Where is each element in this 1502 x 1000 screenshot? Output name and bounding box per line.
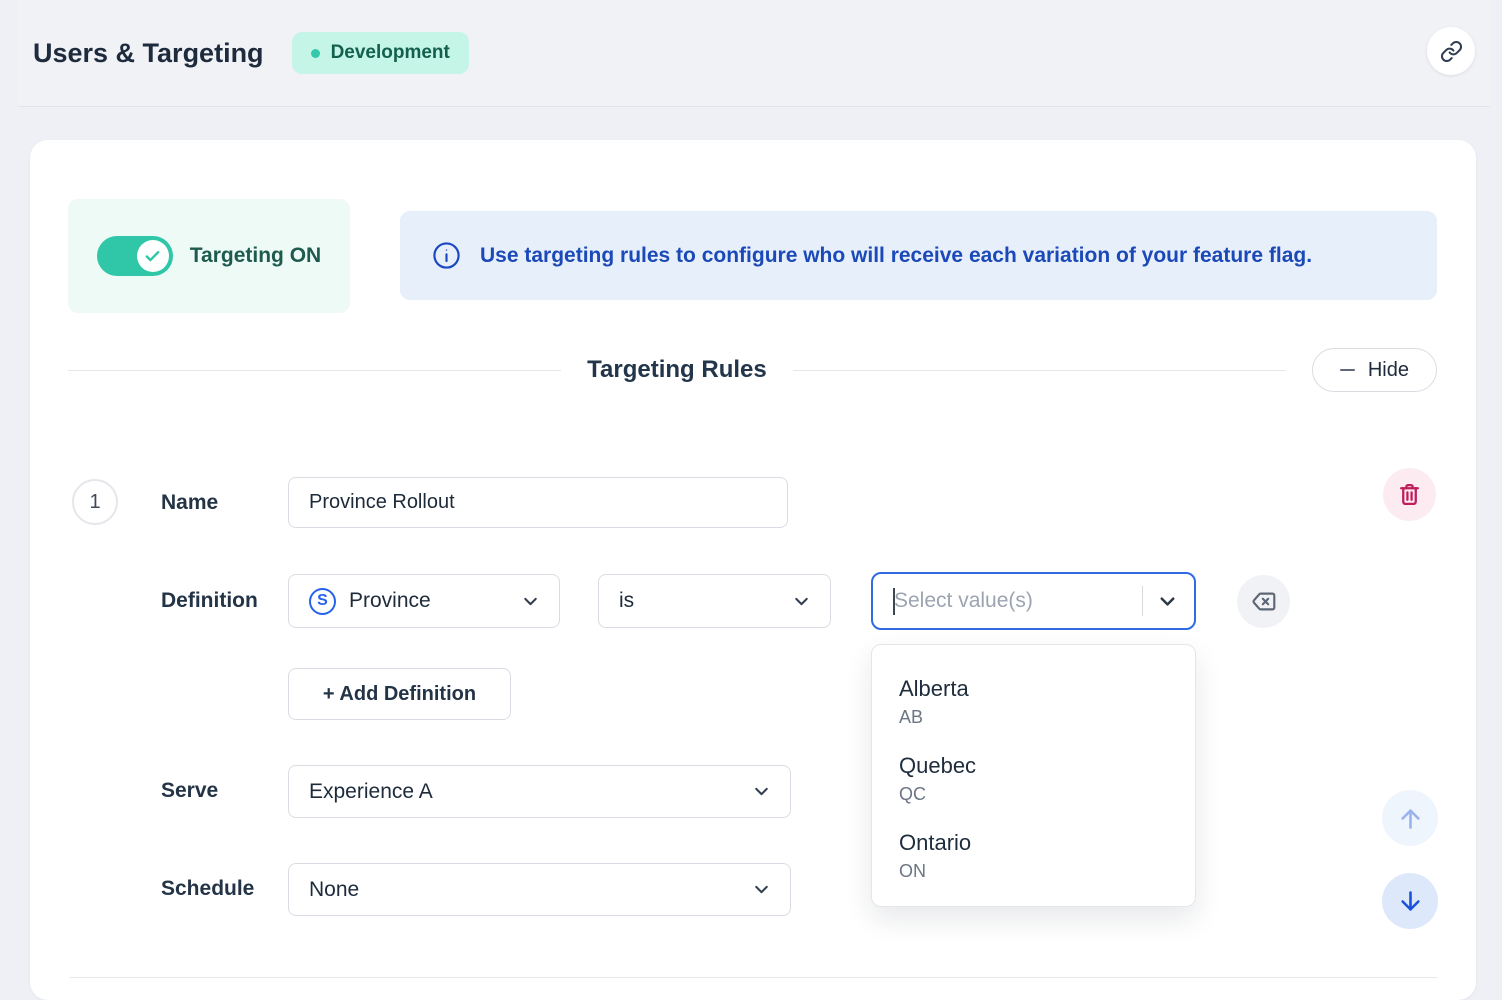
page-title: Users & Targeting [33,38,264,69]
targeting-toggle-label: Targeting ON [190,244,321,268]
comparator-select[interactable]: is [598,574,831,628]
definition-label: Definition [161,589,258,613]
targeting-rules-header: Targeting Rules Hide [68,347,1437,393]
add-definition-button[interactable]: + Add Definition [288,668,511,720]
combo-separator [1142,586,1143,616]
arrow-up-icon [1397,805,1424,832]
info-banner: Use targeting rules to configure who wil… [400,211,1437,300]
rule-number-badge: 1 [72,479,118,525]
delete-rule-button[interactable] [1383,468,1436,521]
property-select[interactable]: S Province [288,574,560,628]
chevron-down-icon [791,591,812,612]
check-icon [144,248,161,265]
string-type-icon: S [309,588,336,615]
chevron-down-icon [520,591,541,612]
minus-icon [1340,369,1355,371]
chevron-down-icon [751,879,772,900]
option-code: AB [899,705,1168,730]
clear-values-button[interactable] [1237,575,1290,628]
targeting-rules-title: Targeting Rules [587,356,767,384]
divider-line [793,370,1286,371]
option-quebec[interactable]: Quebec QC [872,741,1195,818]
schedule-select-value: None [309,878,738,902]
option-ontario[interactable]: Ontario ON [872,818,1195,895]
option-code: ON [899,859,1168,884]
rule-name-input[interactable] [288,477,788,528]
copy-link-button[interactable] [1427,27,1475,75]
page-header: Users & Targeting Development [18,0,1490,107]
move-rule-up-button[interactable] [1382,790,1438,846]
targeting-status-box: Targeting ON [68,199,350,313]
serve-select-value: Experience A [309,780,738,804]
option-code: QC [899,782,1168,807]
values-placeholder: Select value(s) [894,589,1142,613]
option-alberta[interactable]: Alberta AB [872,664,1195,741]
option-label: Alberta [899,675,1168,703]
value-options-menu: Alberta AB Quebec QC Ontario ON [871,644,1196,907]
property-select-value: Province [349,589,507,613]
schedule-label: Schedule [161,877,254,901]
chevron-down-icon[interactable] [1156,590,1179,613]
hide-rules-button[interactable]: Hide [1312,348,1437,392]
toggle-knob [137,240,169,272]
divider-line [68,370,561,371]
schedule-select[interactable]: None [288,863,791,916]
values-multiselect-input[interactable]: Select value(s) [871,572,1196,630]
backspace-icon [1250,588,1277,615]
link-icon [1440,40,1463,63]
serve-label: Serve [161,779,218,803]
option-label: Ontario [899,829,1168,857]
comparator-select-value: is [619,589,778,613]
targeting-card: Targeting ON Use targeting rules to conf… [30,140,1476,1000]
info-icon [432,241,461,270]
environment-dot-icon [311,49,320,58]
serve-select[interactable]: Experience A [288,765,791,818]
targeting-toggle[interactable] [97,236,173,276]
info-banner-text: Use targeting rules to configure who wil… [480,244,1312,268]
trash-icon [1397,482,1422,507]
option-label: Quebec [899,752,1168,780]
move-rule-down-button[interactable] [1382,873,1438,929]
hide-button-label: Hide [1368,359,1409,382]
arrow-down-icon [1397,888,1424,915]
environment-badge: Development [292,32,469,74]
chevron-down-icon [751,781,772,802]
name-label: Name [161,491,218,515]
environment-badge-label: Development [331,42,450,64]
